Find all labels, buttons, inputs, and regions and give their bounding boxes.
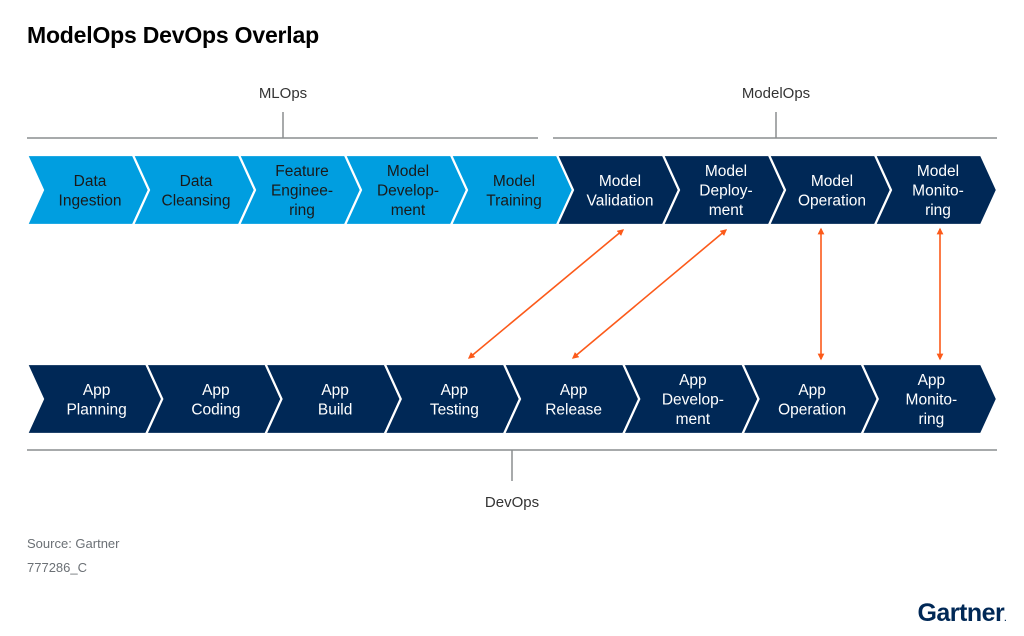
label-line: Data [180,173,213,190]
devops-bracket: DevOps [27,449,997,511]
link-arrow-deployment-release [571,229,728,359]
label-line: ment [391,202,426,219]
label-line: Data [74,173,107,190]
label-line: Develop- [662,392,724,409]
logo-dot: . [1004,614,1006,623]
label-line: Coding [191,401,240,418]
top-chevron-model-training [449,153,575,227]
bottom-chevron-app-testing [383,362,522,436]
mlops-bracket: MLOps [27,85,538,139]
label-line: Model [917,163,959,180]
modelops-label: ModelOps [742,85,810,102]
label-line: Monito- [906,392,958,409]
label-line: App [918,372,946,389]
label-line: App [798,382,826,399]
label-line: Testing [430,401,479,418]
label-line: Deploy- [699,183,752,200]
label-line: Model [387,163,429,180]
devops-label: DevOps [485,494,539,511]
overlap-links [467,227,944,361]
label-line: Model [705,163,747,180]
gartner-logo: Gartner. [917,599,1006,628]
label-line: ment [709,202,744,219]
bottom-chevron-app-planning [25,362,164,436]
source-note: Source: Gartner [27,536,120,551]
top-chevron-data-cleansing [131,153,257,227]
label-line: ring [925,202,951,219]
bottom-chevron-app-build [263,362,402,436]
label-line: Planning [66,401,126,418]
label-line: Monito- [912,183,964,200]
label-line: Ingestion [59,192,122,209]
figure-id: 777286_C [27,560,87,575]
mlops-label: MLOps [259,85,307,102]
label-line: Feature [275,163,328,180]
overlap-diagram: MLOps ModelOps DevOps Data Ingestion Data C… [25,85,999,511]
label-line: ment [676,411,711,428]
top-chevron-row: Data Ingestion Data Cleansing Feature Enginee… [25,153,999,227]
bottom-chevron-app-coding [144,362,283,436]
label-line: Build [318,401,352,418]
bottom-chevron-app-operation [740,362,879,436]
label-line: Enginee- [271,183,333,200]
label-line: Training [486,192,541,209]
top-chevron-data-ingestion [25,153,151,227]
label-line: App [441,382,469,399]
label-line: Cleansing [162,192,231,209]
bottom-chevron-row: App Planning App Coding App Build App Testing Ap… [25,362,999,436]
label-line: Model [599,173,641,190]
top-chevron-model-operation [767,153,893,227]
modelops-bracket: ModelOps [553,85,997,139]
label-line: Operation [778,401,846,418]
bottom-chevron-app-release [502,362,641,436]
label-line: App [202,382,230,399]
label-line: Operation [798,192,866,209]
logo-text: Gartner [917,599,1005,627]
label-line: Validation [587,192,654,209]
label-line: Release [545,401,602,418]
top-chevron-model-validation [555,153,681,227]
label-line: App [321,382,349,399]
label-line: Develop- [377,183,439,200]
link-arrow-validation-testing [467,229,625,359]
label-line: App [83,382,111,399]
label-line: Model [811,173,853,190]
label-line: App [679,372,707,389]
label-line: ring [289,202,315,219]
label-line: ring [918,411,944,428]
label-line: Model [493,173,535,190]
label-line: App [560,382,588,399]
